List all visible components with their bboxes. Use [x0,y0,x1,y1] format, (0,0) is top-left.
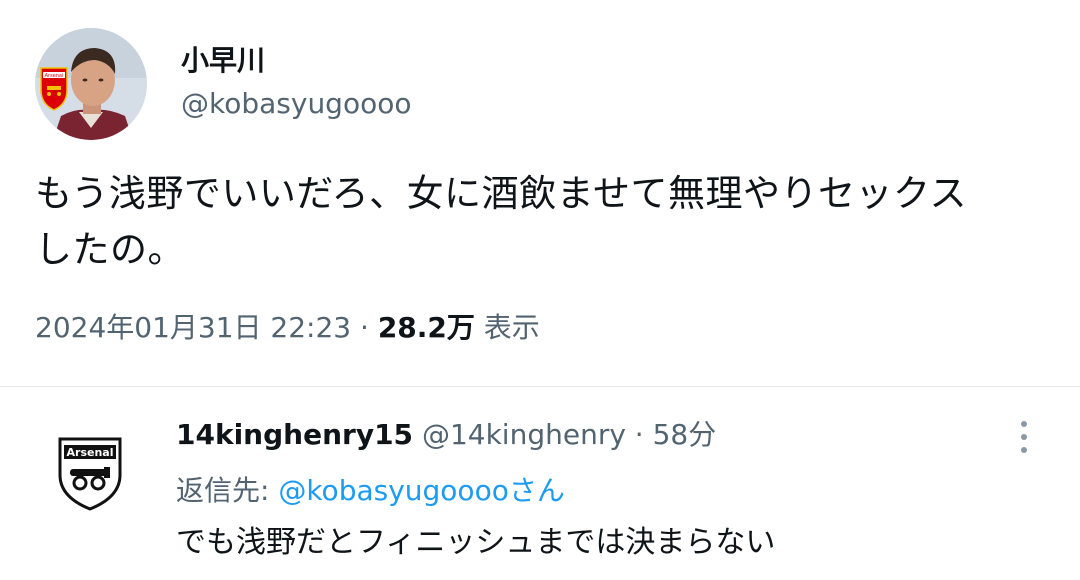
reply-separator: · [625,418,653,451]
views-label: 表示 [474,311,540,344]
tweet-text-line-1: もう浅野でいいだろ、女に酒飲ませて無理やりセックス [35,172,967,215]
reply-text: でも浅野だとフィニッシュまでは決まらない [176,525,776,560]
main-tweet: Arsenal 小早川 @kobasyugoooo もう浅野でいいだろ、女に酒飲… [0,0,1080,387]
reply-tweet[interactable]: Arsenal 14kinghenry15 @14kinghenry · 58分… [0,387,1080,580]
display-name[interactable]: 小早川 [181,44,265,78]
replying-to: 返信先: @kobasyugooooさん [176,473,565,509]
avatar-illustration: Arsenal [35,28,147,140]
crest-label: Arsenal [67,446,114,459]
tweet-text-line-2: したの。 [35,228,185,271]
reply-display-name[interactable]: 14kinghenry15 [176,418,413,451]
reply-time[interactable]: 58分 [653,418,717,451]
tweet-text: もう浅野でいいだろ、女に酒飲ませて無理やりセックス したの。 [35,166,1045,278]
reply-handle[interactable]: @14kinghenry [422,418,626,451]
more-options-icon[interactable] [1012,421,1036,461]
reply-suffix: さん [508,474,565,507]
views-count: 28.2万 [377,311,475,344]
profile-photo-icon[interactable]: Arsenal [35,28,147,140]
meta-separator: · [351,311,378,344]
timestamp[interactable]: 2024年01月31日 22:23 [35,311,351,344]
arsenal-crest-icon[interactable]: Arsenal [54,435,126,511]
badge-label: Arsenal [45,73,64,79]
arsenal-badge-icon: Arsenal [40,67,68,111]
reply-header: 14kinghenry15 @14kinghenry · 58分 [176,417,716,453]
user-handle[interactable]: @kobasyugoooo [181,87,411,121]
tweet-meta: 2024年01月31日 22:23 · 28.2万 表示 [35,310,540,346]
reply-mention-link[interactable]: @kobasyugoooo [278,474,508,507]
reply-prefix: 返信先: [176,474,279,507]
